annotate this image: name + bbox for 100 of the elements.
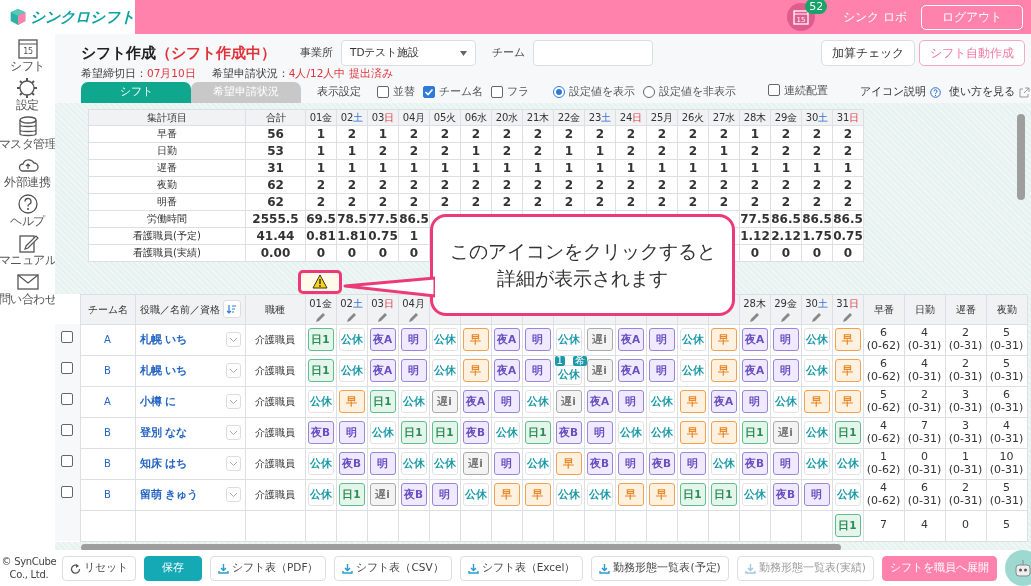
- shift-chip[interactable]: 公休: [555, 365, 582, 386]
- shift-chip[interactable]: 公休: [307, 452, 334, 476]
- shift-chip[interactable]: 夜B: [307, 421, 334, 445]
- shift-chip[interactable]: 早: [617, 483, 644, 507]
- reset-button[interactable]: リセット: [62, 555, 136, 581]
- shift-chip[interactable]: 公休: [741, 483, 768, 507]
- shift-chip[interactable]: 早: [679, 390, 706, 414]
- dropdown-button[interactable]: [225, 456, 241, 472]
- download-button[interactable]: シフト表（CSV）: [334, 555, 452, 581]
- shift-chip[interactable]: 明: [648, 359, 675, 383]
- shift-chip[interactable]: 早: [803, 390, 830, 414]
- help-link[interactable]: アイコン説明: [860, 84, 941, 101]
- checkbox[interactable]: [377, 86, 389, 99]
- shift-chip[interactable]: 夜A: [462, 390, 489, 414]
- shift-chip[interactable]: 遅i: [586, 359, 613, 383]
- shift-chip[interactable]: 公休: [369, 421, 396, 445]
- shift-chip[interactable]: 明: [400, 359, 427, 383]
- shift-chip[interactable]: 公休: [834, 483, 861, 507]
- shift-chip[interactable]: 公休: [431, 452, 458, 476]
- shift-chip[interactable]: 早: [834, 390, 861, 414]
- shift-chip[interactable]: 公休: [524, 452, 551, 476]
- help-link[interactable]: 使い方を見る: [949, 84, 1030, 101]
- shift-chip[interactable]: 明: [400, 328, 427, 352]
- office-select[interactable]: TDテスト施設: [341, 40, 476, 66]
- shift-chip[interactable]: 早: [338, 390, 365, 414]
- logout-button[interactable]: ログアウト: [921, 4, 1023, 30]
- warning-icon[interactable]: [311, 274, 328, 290]
- shift-chip[interactable]: 明: [772, 359, 799, 383]
- shift-chip[interactable]: 公休: [493, 421, 520, 445]
- shift-chip[interactable]: 遅i: [555, 390, 582, 414]
- shift-chip[interactable]: 日1: [741, 421, 768, 445]
- sidebar-item[interactable]: 外部連携: [4, 154, 51, 191]
- row-checkbox[interactable]: [61, 424, 74, 437]
- shift-chip[interactable]: 日1: [834, 514, 861, 538]
- shift-chip[interactable]: 遅i: [586, 328, 613, 352]
- dropdown-button[interactable]: [225, 425, 241, 441]
- shift-chip[interactable]: 日1: [338, 483, 365, 507]
- shift-chip[interactable]: 公休: [555, 328, 582, 352]
- shift-chip[interactable]: 夜A: [617, 328, 644, 352]
- shift-chip[interactable]: 明: [431, 483, 458, 507]
- shift-chip[interactable]: 夜A: [586, 390, 613, 414]
- shift-chip[interactable]: 早: [555, 452, 582, 476]
- horizontal-scrollbar[interactable]: [81, 543, 841, 550]
- vertical-scrollbar[interactable]: [1017, 114, 1025, 200]
- shift-chip[interactable]: 夜B: [338, 452, 365, 476]
- shift-chip[interactable]: 公休: [772, 390, 799, 414]
- publish-button[interactable]: シフトを職員へ展開: [881, 555, 997, 581]
- sidebar-item[interactable]: ヘルプ: [10, 193, 45, 229]
- tab[interactable]: シフト: [81, 81, 191, 103]
- shift-chip[interactable]: 日1: [400, 421, 427, 445]
- shift-chip[interactable]: 日1: [369, 390, 396, 414]
- radio-option[interactable]: 設定値を表示: [553, 84, 635, 101]
- shift-chip[interactable]: 早: [524, 483, 551, 507]
- dropdown-button[interactable]: [225, 487, 241, 503]
- shift-chip[interactable]: 夜A: [369, 359, 396, 383]
- shift-chip[interactable]: 夜B: [648, 452, 675, 476]
- shift-chip[interactable]: 夜A: [617, 359, 644, 383]
- shift-chip[interactable]: 公休: [648, 390, 675, 414]
- shift-chip[interactable]: 公休: [462, 483, 489, 507]
- download-button[interactable]: シフト表（Excel）: [459, 555, 584, 581]
- shift-chip[interactable]: 公休: [431, 328, 458, 352]
- row-checkbox[interactable]: [61, 331, 74, 344]
- shift-chip[interactable]: 明: [586, 421, 613, 445]
- shift-chip[interactable]: 公休: [307, 483, 334, 507]
- checkbox[interactable]: [491, 86, 503, 99]
- checkbox-option[interactable]: チーム名: [423, 84, 483, 101]
- shift-chip[interactable]: 公休: [803, 328, 830, 352]
- shift-chip[interactable]: 夜A: [741, 359, 768, 383]
- shift-chip[interactable]: 早: [834, 328, 861, 352]
- shift-chip[interactable]: 明: [493, 452, 520, 476]
- row-checkbox[interactable]: [61, 393, 74, 406]
- shift-chip[interactable]: 明: [493, 390, 520, 414]
- checkbox-option[interactable]: フラ: [491, 84, 529, 101]
- shift-chip[interactable]: 早: [710, 328, 737, 352]
- shift-chip[interactable]: 早: [710, 359, 737, 383]
- radio-button[interactable]: [553, 86, 565, 99]
- save-button[interactable]: 保存: [144, 555, 202, 581]
- shift-chip[interactable]: 夜B: [462, 421, 489, 445]
- action-button[interactable]: 加算チェック: [821, 40, 915, 66]
- dropdown-button[interactable]: [225, 363, 241, 379]
- shift-chip[interactable]: 日1: [710, 483, 737, 507]
- shift-chip[interactable]: 公休: [338, 359, 365, 383]
- shift-chip[interactable]: 公休: [803, 452, 830, 476]
- sort-button[interactable]: [222, 300, 241, 319]
- shift-chip[interactable]: 夜B: [772, 483, 799, 507]
- shift-chip[interactable]: 公休: [617, 421, 644, 445]
- action-button[interactable]: シフト自動作成: [919, 40, 1025, 66]
- download-button[interactable]: シフト表（PDF）: [210, 555, 327, 581]
- shift-chip[interactable]: 早: [834, 359, 861, 383]
- shift-chip[interactable]: 日1: [679, 483, 706, 507]
- shift-chip[interactable]: 遅i: [431, 390, 458, 414]
- shift-chip[interactable]: 明: [803, 483, 830, 507]
- shift-chip[interactable]: 公休: [338, 328, 365, 352]
- shift-chip[interactable]: 公休: [524, 390, 551, 414]
- shift-chip[interactable]: 早: [462, 359, 489, 383]
- shift-chip[interactable]: 公休: [431, 359, 458, 383]
- shift-chip[interactable]: 遅i: [772, 421, 799, 445]
- shift-chip[interactable]: 日1: [834, 421, 861, 445]
- dropdown-button[interactable]: [225, 332, 241, 348]
- shift-chip[interactable]: 明: [369, 452, 396, 476]
